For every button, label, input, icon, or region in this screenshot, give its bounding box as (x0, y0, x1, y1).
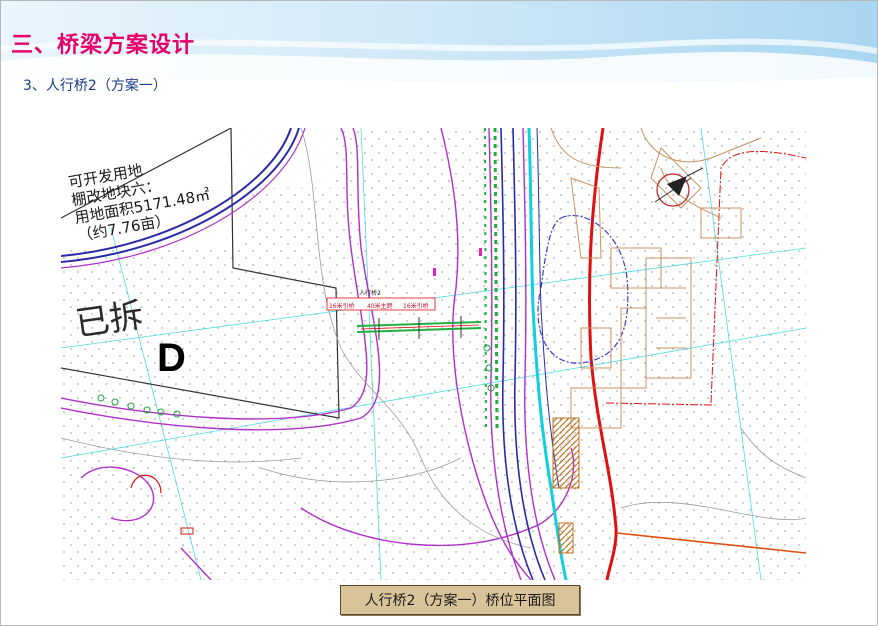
header-banner: 三、桥梁方案设计 3、人行桥2（方案一） (1, 1, 877, 113)
bridge-site-plan: 可开发用地 棚改地块六： 用地面积5171.48㎡ （约7.76亩） 已拆 D … (61, 128, 806, 580)
figure-caption: 人行桥2（方案一）桥位平面图 (340, 585, 580, 615)
zone-label: D (157, 336, 186, 380)
slide-title: 三、桥梁方案设计 (11, 33, 196, 58)
bridge-name-label: 人行桥2 (359, 290, 381, 297)
slide: 三、桥梁方案设计 3、人行桥2（方案一） 可开发用地 棚改地块六： 用地面积51… (0, 0, 878, 626)
bridge-span-left-label: 16米引桥 (329, 303, 355, 310)
bridge-span-right-label: 16米引桥 (403, 303, 429, 310)
bridge-span-main-label: 40米主跨 (367, 303, 393, 310)
demolished-label: 已拆 (73, 295, 146, 345)
slide-subtitle: 3、人行桥2（方案一） (23, 78, 167, 94)
